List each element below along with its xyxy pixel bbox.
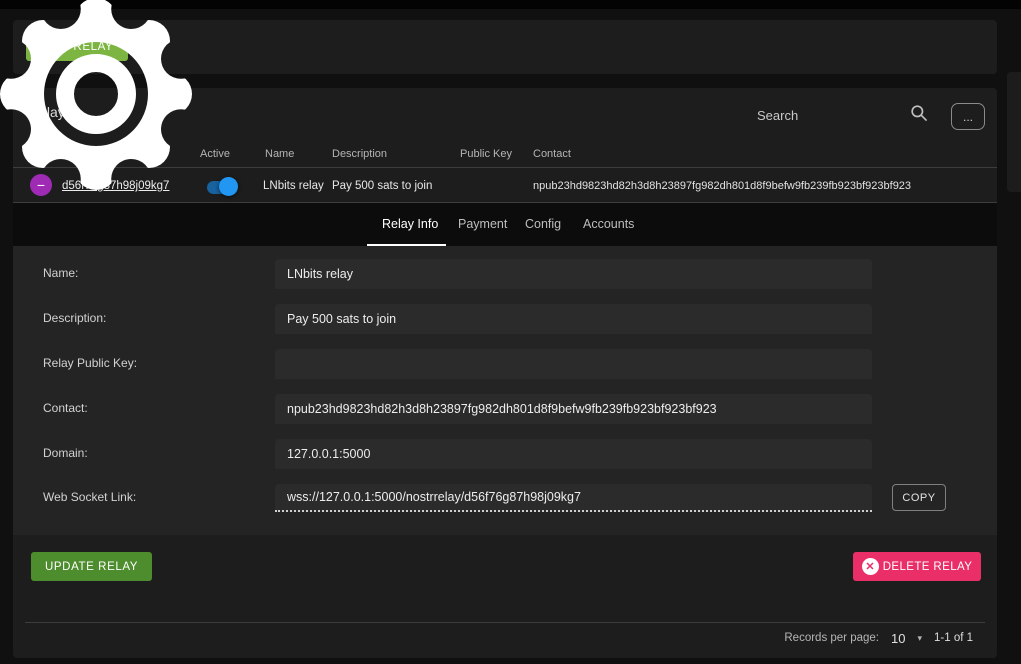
tab-payment[interactable]: Payment (458, 217, 507, 231)
update-relay-button[interactable]: UPDATE RELAY (31, 552, 152, 581)
cancel-circle-icon: ✕ (862, 558, 879, 575)
name-field-label: Name: (43, 266, 78, 280)
chevron-down-icon[interactable]: ▾ (917, 633, 922, 644)
description-field[interactable] (275, 304, 872, 334)
domain-field-label: Domain: (43, 446, 88, 460)
active-toggle-thumb[interactable] (219, 177, 238, 196)
right-edge-card-sliver (1007, 72, 1021, 192)
search-input[interactable]: Search (757, 108, 798, 123)
domain-field[interactable] (275, 439, 872, 469)
column-header-name: Name (265, 148, 294, 160)
delete-relay-label: DELETE RELAY (883, 561, 973, 573)
row-cell-description: Pay 500 sats to join (332, 180, 432, 192)
column-header-active: Active (200, 148, 230, 160)
relay-public-key-field[interactable] (275, 349, 872, 379)
relay-public-key-field-label: Relay Public Key: (43, 356, 137, 370)
search-icon[interactable] (909, 103, 929, 123)
row-cell-contact: npub23hd9823hd82h3d8h23897fg982dh801d8f9… (533, 180, 911, 192)
footer-divider (25, 622, 985, 623)
contact-field-label: Contact: (43, 401, 88, 415)
column-header-description: Description (332, 148, 387, 160)
page-range: 1-1 of 1 (934, 632, 973, 644)
column-header-public-key: Public Key (460, 148, 512, 160)
web-socket-link-field[interactable] (275, 484, 872, 512)
delete-relay-button[interactable]: ✕ DELETE RELAY (853, 552, 981, 581)
gear-icon (0, 0, 193, 191)
copy-button[interactable]: COPY (892, 484, 946, 511)
tab-config[interactable]: Config (525, 217, 561, 231)
row-cell-name: LNbits relay (263, 180, 324, 192)
records-per-page-label: Records per page: (784, 632, 879, 644)
column-header-contact: Contact (533, 148, 571, 160)
pagination: Records per page: 10 ▾ 1-1 of 1 (784, 628, 973, 648)
web-socket-link-field-label: Web Socket Link: (43, 490, 136, 504)
tab-relay-info[interactable]: Relay Info (382, 217, 438, 231)
tab-accounts[interactable]: Accounts (583, 217, 634, 231)
contact-field[interactable] (275, 394, 872, 424)
name-field[interactable] (275, 259, 872, 289)
records-per-page-select[interactable]: 10 (891, 631, 905, 646)
more-options-button[interactable]: ... (951, 103, 985, 130)
description-field-label: Description: (43, 311, 106, 325)
